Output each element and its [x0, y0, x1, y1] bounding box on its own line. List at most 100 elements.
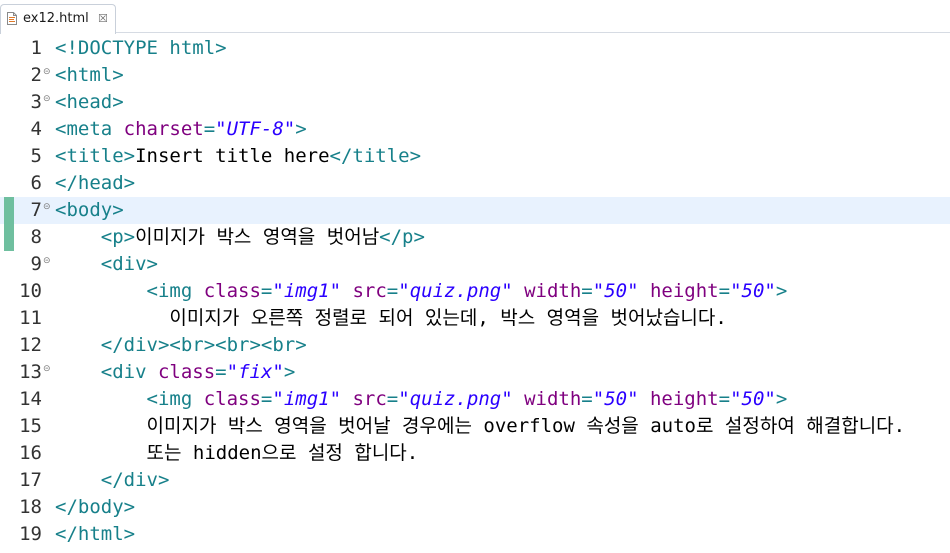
- code-text[interactable]: </head>: [55, 170, 135, 197]
- code-line[interactable]: 5 <title>Insert title here</title>: [0, 143, 950, 170]
- attribute-name-token: src: [352, 280, 387, 302]
- code-text[interactable]: <img class="img1" src="quiz.png" width="…: [55, 386, 788, 413]
- html-tag-token: =: [203, 118, 216, 140]
- code-text[interactable]: </html>: [55, 521, 135, 548]
- code-line[interactable]: 13 ⊝ <div class="fix">: [0, 359, 950, 386]
- html-tag-token: <html>: [55, 64, 124, 86]
- code-line[interactable]: 15 이미지가 박스 영역을 벗어날 경우에는 overflow 속성을 aut…: [0, 413, 950, 440]
- line-number: 5: [30, 145, 42, 167]
- html-tag-token: <img: [146, 388, 204, 410]
- attribute-value-token: "quiz.png": [398, 388, 513, 410]
- code-text[interactable]: <!DOCTYPE html>: [55, 35, 227, 62]
- code-line[interactable]: 14 <img class="img1" src="quiz.png" widt…: [0, 386, 950, 413]
- attribute-value-token: "50": [592, 280, 639, 302]
- code-text[interactable]: <title>Insert title here</title>: [55, 143, 421, 170]
- code-line[interactable]: 1 <!DOCTYPE html>: [0, 35, 950, 62]
- code-line[interactable]: 16 또는 hidden으로 설정 합니다.: [0, 440, 950, 467]
- line-number: 18: [19, 496, 42, 518]
- code-text[interactable]: 이미지가 박스 영역을 벗어날 경우에는 overflow 속성을 auto로 …: [55, 413, 906, 440]
- line-number: 9: [30, 253, 42, 275]
- html-tag-token: <!DOCTYPE html>: [55, 37, 227, 59]
- html-tag-token: >: [283, 361, 296, 383]
- text-token: 이미지가 박스 영역을 벗어날 경우에는 overflow 속성을 auto로 …: [55, 415, 906, 437]
- attribute-value-token: "img1": [272, 388, 342, 410]
- line-number: 19: [19, 523, 42, 545]
- attribute-name-token: charset: [123, 118, 204, 140]
- code-line[interactable]: 8 <p>이미지가 박스 영역을 벗어남</p>: [0, 224, 950, 251]
- code-text[interactable]: 또는 hidden으로 설정 합니다.: [55, 440, 419, 467]
- html-tag-token: >: [775, 280, 788, 302]
- attribute-value-token: "UTF-8": [215, 118, 296, 140]
- fold-collapse-icon[interactable]: ⊝: [43, 202, 51, 212]
- code-line[interactable]: 7 ⊝ <body>: [0, 197, 950, 224]
- line-number: 16: [19, 442, 42, 464]
- line-number: 11: [19, 307, 42, 329]
- attribute-name-token: height: [649, 388, 719, 410]
- fold-collapse-icon[interactable]: ⊝: [43, 94, 51, 104]
- line-number: 10: [19, 280, 42, 302]
- html-tag-token: =: [386, 280, 399, 302]
- code-text[interactable]: <head>: [55, 89, 124, 116]
- code-line[interactable]: 9 ⊝ <div>: [0, 251, 950, 278]
- code-line[interactable]: 11 이미지가 오른쪽 정렬로 되어 있는데, 박스 영역을 벗어났습니다.: [0, 305, 950, 332]
- fold-collapse-icon[interactable]: ⊝: [43, 67, 51, 77]
- code-text[interactable]: <html>: [55, 62, 124, 89]
- code-text[interactable]: </body>: [55, 494, 135, 521]
- code-line[interactable]: 6 </head>: [0, 170, 950, 197]
- fold-collapse-icon[interactable]: ⊝: [43, 364, 51, 374]
- text-token: 이미지가 오른쪽 정렬로 되어 있는데, 박스 영역을 벗어났습니다.: [55, 307, 727, 329]
- html-tag-token: =: [718, 280, 731, 302]
- line-number: 13: [19, 361, 42, 383]
- html-tag-token: <meta: [55, 118, 124, 140]
- text-token: 또는 hidden으로 설정 합니다.: [55, 442, 419, 464]
- html-tag-token: <head>: [55, 91, 124, 113]
- attribute-name-token: class: [157, 361, 216, 383]
- code-line[interactable]: 17 </div>: [0, 467, 950, 494]
- code-line[interactable]: 19 </html>: [0, 521, 950, 548]
- html-tag-token: </div><br><br><br>: [100, 334, 307, 356]
- html-tag-token: </body>: [55, 496, 136, 518]
- html-tag-token: >: [775, 388, 788, 410]
- line-number: 8: [30, 226, 42, 248]
- tab-ex12-html[interactable]: ex12.html ☒: [0, 4, 116, 34]
- code-line[interactable]: 10 <img class="img1" src="quiz.png" widt…: [0, 278, 950, 305]
- code-text[interactable]: <body>: [55, 197, 124, 224]
- line-number: 4: [30, 118, 42, 140]
- code-line[interactable]: 18 </body>: [0, 494, 950, 521]
- fold-collapse-icon[interactable]: ⊝: [43, 256, 51, 266]
- html-tag-token: =: [581, 388, 593, 410]
- code-text[interactable]: <div>: [55, 251, 158, 278]
- html-tag-token: =: [215, 361, 227, 383]
- code-text[interactable]: <p>이미지가 박스 영역을 벗어남</p>: [55, 224, 425, 251]
- code-line[interactable]: 4 <meta charset="UTF-8">: [0, 116, 950, 143]
- html-tag-token: <title>: [55, 145, 136, 167]
- line-number: 14: [19, 388, 42, 410]
- close-tab-icon[interactable]: ☒: [98, 12, 108, 26]
- code-text[interactable]: 이미지가 오른쪽 정렬로 되어 있는데, 박스 영역을 벗어났습니다.: [55, 305, 727, 332]
- html-file-icon: [7, 12, 17, 25]
- code-line[interactable]: 3 ⊝ <head>: [0, 89, 950, 116]
- html-tag-token: </head>: [55, 172, 136, 194]
- line-number: 6: [30, 172, 42, 194]
- html-tag-token: </div>: [100, 469, 170, 491]
- line-number: 12: [19, 334, 42, 356]
- code-text[interactable]: <div class="fix">: [55, 359, 296, 386]
- code-text[interactable]: <img class="img1" src="quiz.png" width="…: [55, 278, 788, 305]
- code-line[interactable]: 2 ⊝ <html>: [0, 62, 950, 89]
- code-editor[interactable]: 1 <!DOCTYPE html> 2 ⊝ <html> 3 ⊝ <head> 4 <meta c…: [0, 35, 950, 553]
- html-tag-token: </html>: [55, 523, 136, 545]
- code-line[interactable]: 12 </div><br><br><br>: [0, 332, 950, 359]
- attribute-name-token: width: [524, 280, 582, 302]
- code-text[interactable]: </div>: [55, 467, 170, 494]
- code-text[interactable]: <meta charset="UTF-8">: [55, 116, 307, 143]
- html-tag-token: =: [581, 280, 593, 302]
- attribute-name-token: src: [352, 388, 387, 410]
- code-text[interactable]: </div><br><br><br>: [55, 332, 307, 359]
